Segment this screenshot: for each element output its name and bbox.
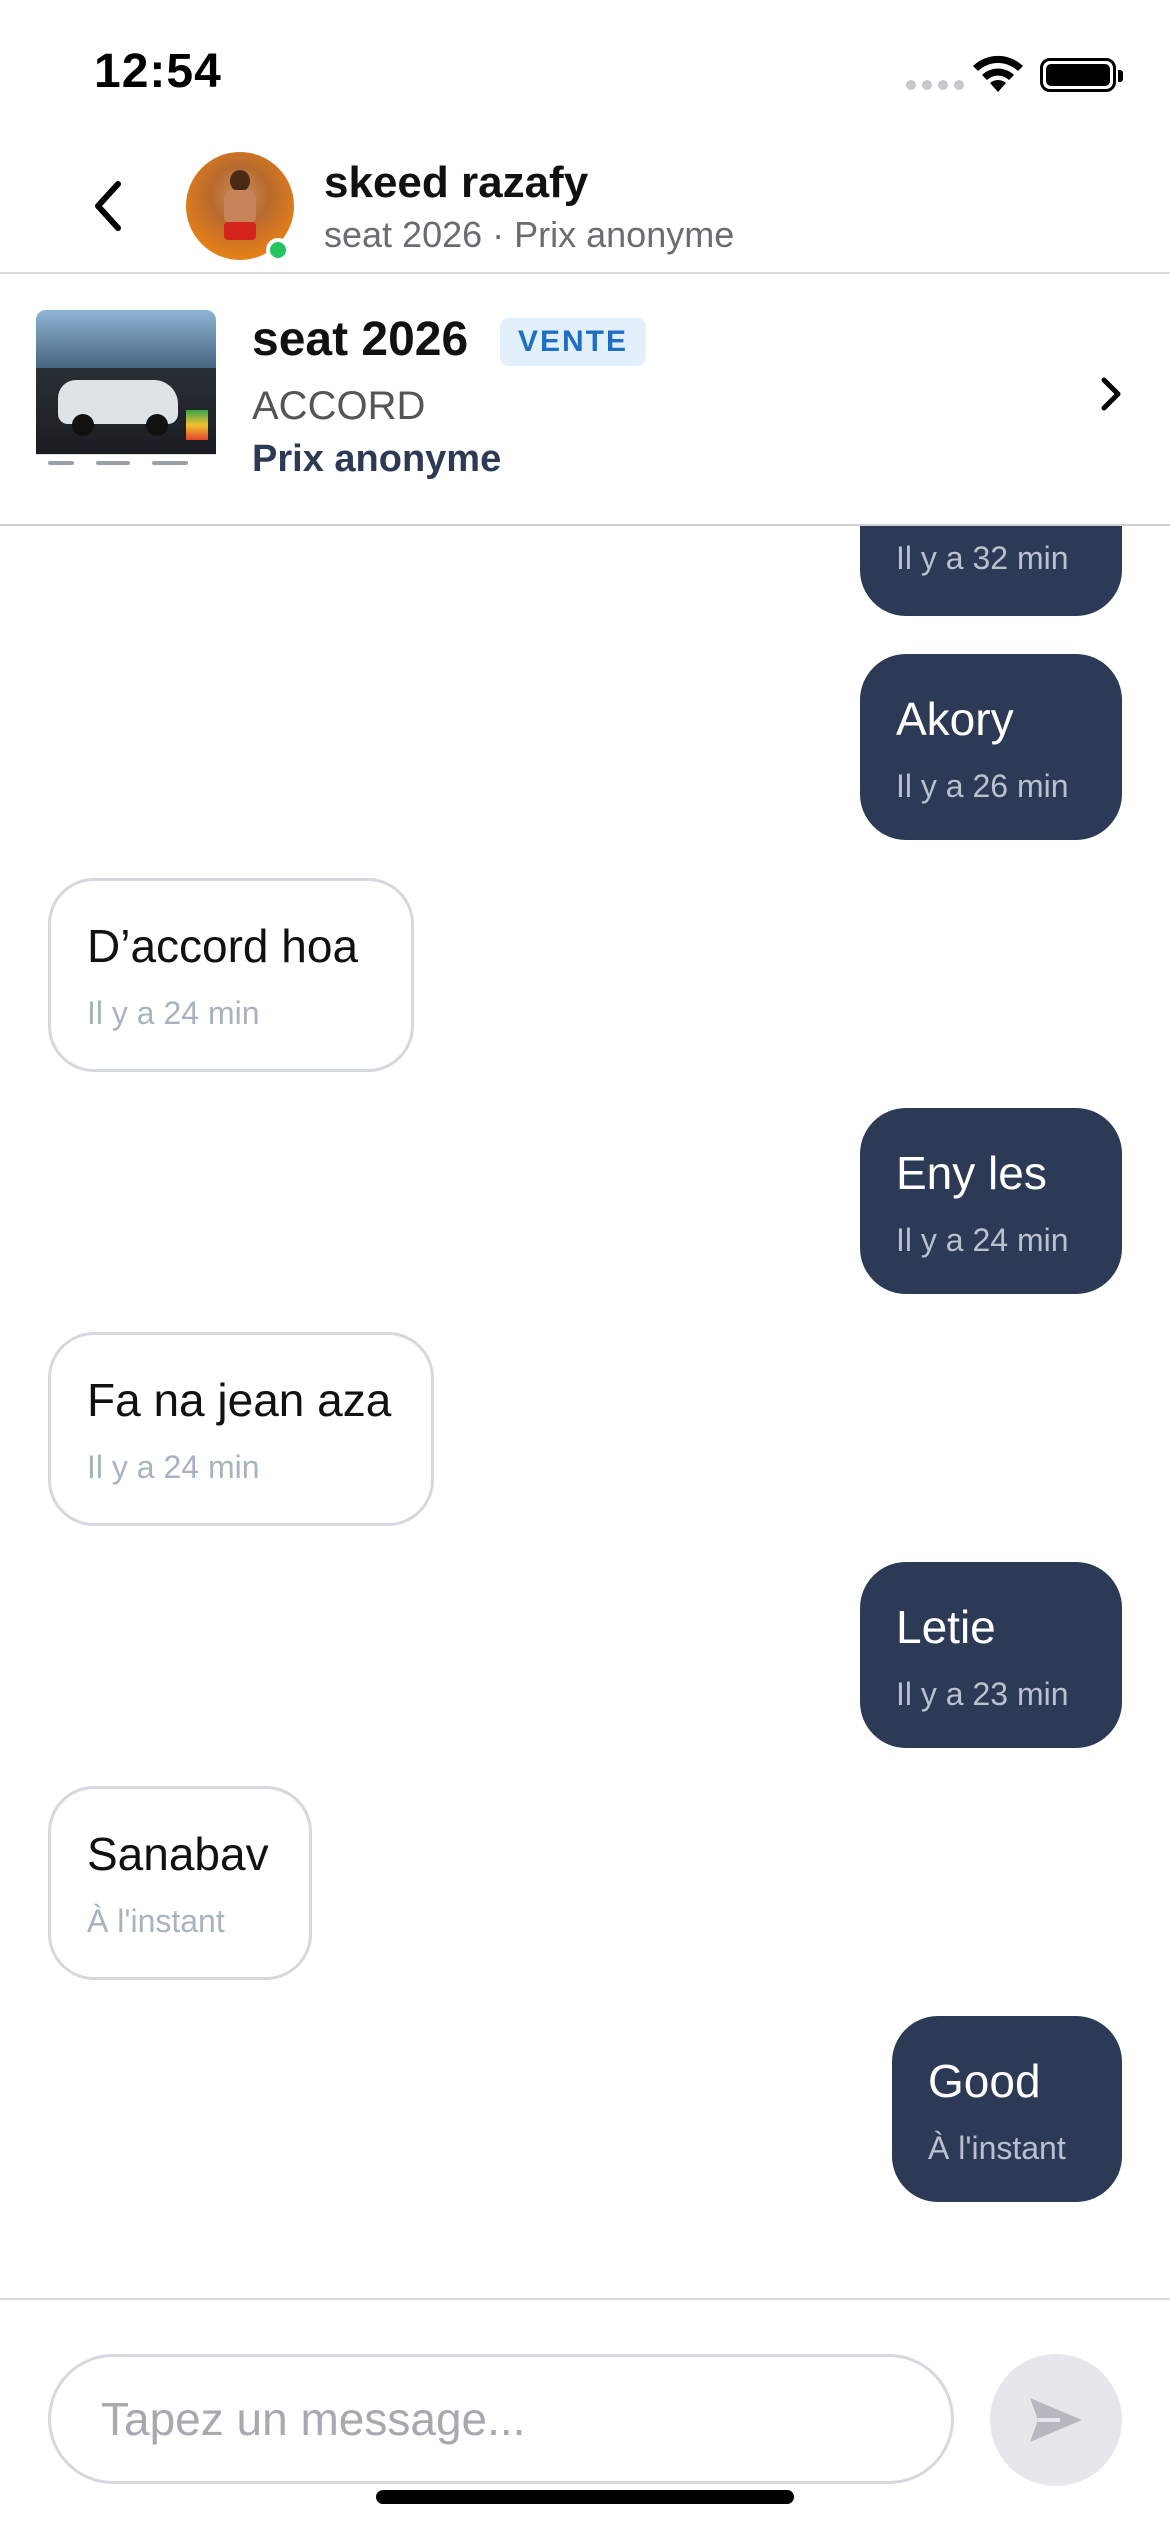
home-indicator[interactable] bbox=[376, 2490, 794, 2504]
send-button[interactable] bbox=[990, 2354, 1122, 2486]
message-bubble-outgoing[interactable]: Letie Il y a 23 min bbox=[860, 1562, 1122, 1748]
status-bar: 12:54 bbox=[0, 0, 1170, 140]
wifi-icon bbox=[973, 55, 1023, 92]
message-text: Akory bbox=[896, 693, 1014, 745]
listing-thumbnail bbox=[36, 310, 216, 486]
contact-subtitle: seat 2026 · Prix anonyme bbox=[324, 214, 735, 255]
message-text: D’accord hoa bbox=[87, 920, 359, 972]
listing-price: Prix anonyme bbox=[252, 438, 502, 480]
message-time: Il y a 24 min bbox=[87, 995, 260, 1031]
message-bubble-outgoing[interactable]: Akory Il y a 26 min bbox=[860, 654, 1122, 840]
signal-icon bbox=[906, 80, 964, 90]
message-text: Good bbox=[928, 2055, 1041, 2107]
message-time: À l'instant bbox=[928, 2130, 1066, 2166]
message-bubble-incoming[interactable]: Fa na jean aza Il y a 24 min bbox=[48, 1332, 434, 1526]
message-text: Letie bbox=[896, 1601, 996, 1653]
message-input[interactable] bbox=[48, 2354, 954, 2484]
message-time: Il y a 23 min bbox=[896, 1676, 1069, 1712]
listing-status: ACCORD bbox=[252, 384, 426, 428]
contact-name[interactable]: skeed razafy bbox=[324, 158, 588, 208]
message-text: Fa na jean aza bbox=[87, 1374, 392, 1426]
message-bubble-incoming[interactable]: Sanabav À l'instant bbox=[48, 1786, 312, 1980]
message-list[interactable]: Il y a 32 min Akory Il y a 26 min D’acco… bbox=[0, 526, 1170, 2300]
listing-title: seat 2026 bbox=[252, 313, 469, 366]
online-status-dot bbox=[266, 238, 290, 262]
chat-header: skeed razafy seat 2026 · Prix anonyme bbox=[0, 140, 1170, 274]
avatar[interactable] bbox=[186, 152, 294, 262]
send-icon bbox=[1030, 2398, 1082, 2442]
message-time: À l'instant bbox=[87, 1903, 225, 1939]
message-bubble-outgoing[interactable]: Eny les Il y a 24 min bbox=[860, 1108, 1122, 1294]
message-bubble-outgoing[interactable]: Good À l'instant bbox=[892, 2016, 1122, 2202]
message-text: Eny les bbox=[896, 1147, 1047, 1199]
chevron-left-icon[interactable] bbox=[78, 176, 138, 236]
message-bubble-outgoing[interactable]: Il y a 32 min bbox=[860, 526, 1122, 616]
message-text: Sanabav bbox=[87, 1828, 269, 1880]
message-time: Il y a 26 min bbox=[896, 768, 1069, 804]
message-time: Il y a 32 min bbox=[896, 540, 1069, 576]
message-time: Il y a 24 min bbox=[896, 1222, 1069, 1258]
message-time: Il y a 24 min bbox=[87, 1449, 260, 1485]
battery-icon bbox=[1040, 58, 1123, 92]
status-time: 12:54 bbox=[94, 45, 222, 98]
listing-type-badge: VENTE bbox=[500, 318, 647, 366]
listing-card[interactable]: seat 2026 VENTE ACCORD Prix anonyme bbox=[0, 274, 1170, 526]
message-bubble-incoming[interactable]: D’accord hoa Il y a 24 min bbox=[48, 878, 414, 1072]
chevron-right-icon[interactable] bbox=[1090, 374, 1130, 414]
